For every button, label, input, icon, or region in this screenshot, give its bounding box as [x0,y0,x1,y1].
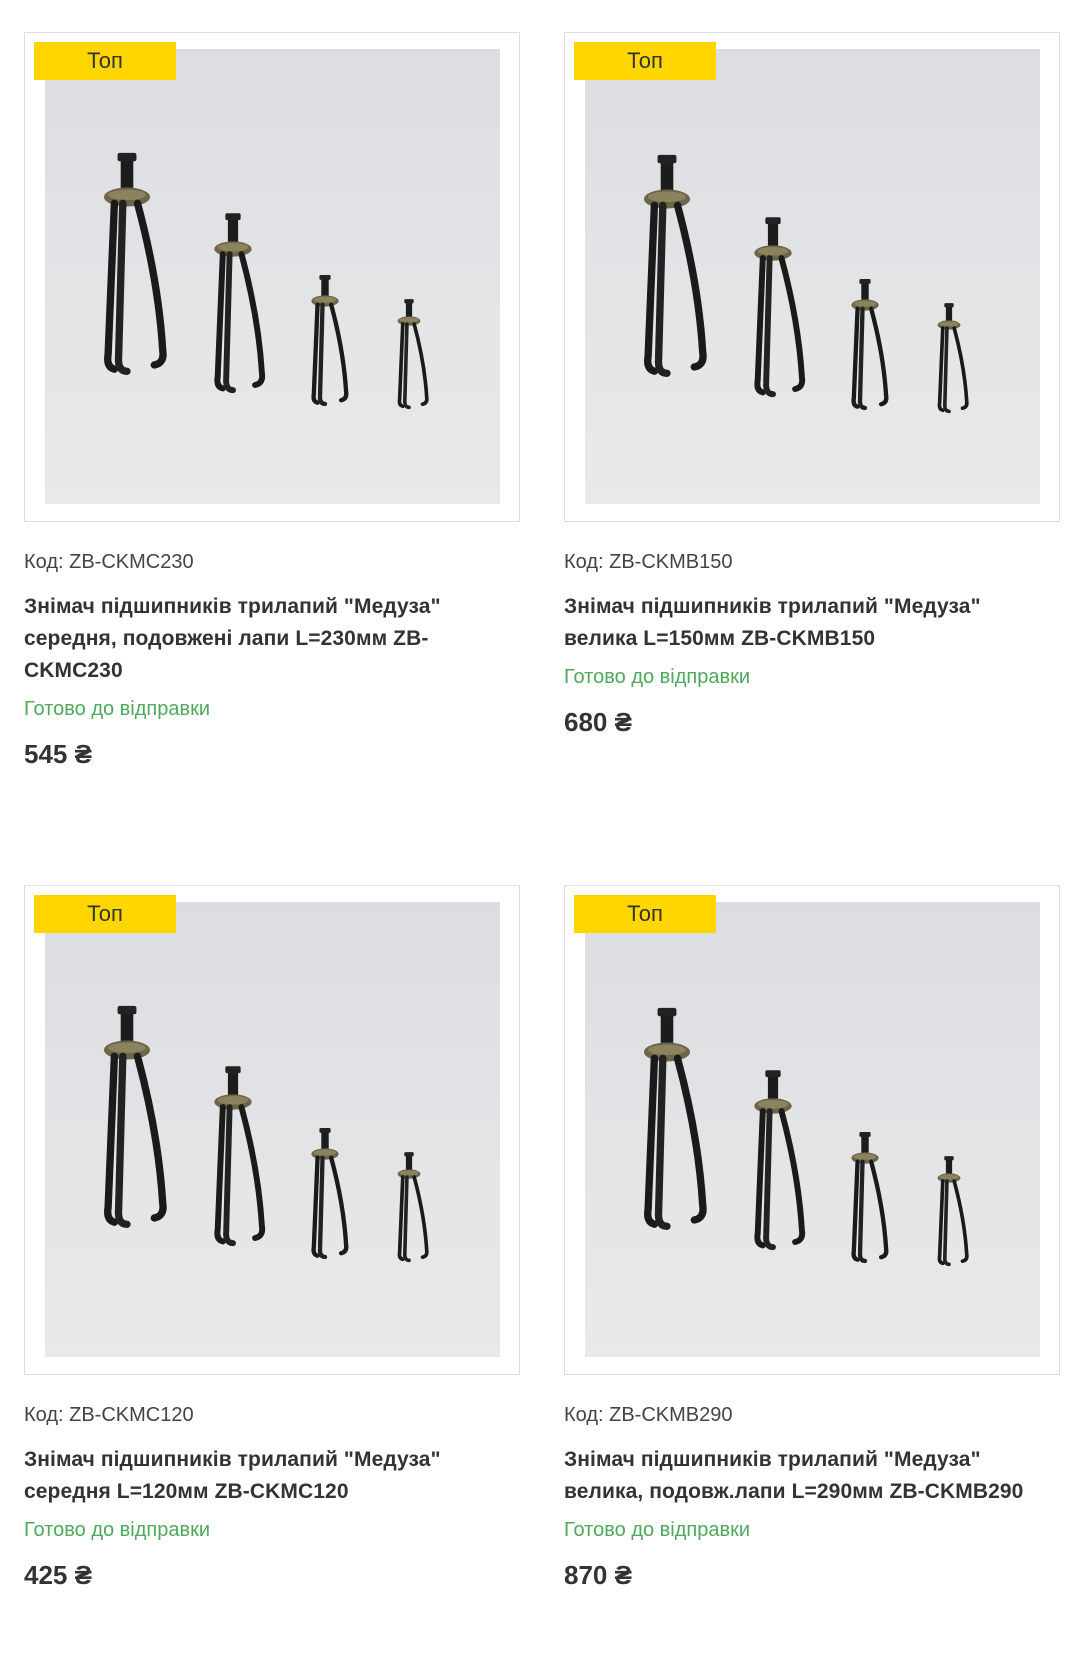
product-card[interactable]: Топ Код: ZB-CKMB150 Знімач підшипників т… [564,32,1060,739]
product-title-link[interactable]: Знімач підшипників трилапий "Медуза" вел… [564,1444,1034,1508]
top-badge: Топ [34,895,176,933]
product-code: Код: ZB-CKMC230 [24,551,194,573]
bearing-puller-set-photo-icon [585,49,1040,504]
product-title-link[interactable]: Знімач підшипників трилапий "Медуза" вел… [564,591,1034,655]
bearing-puller-set-photo-icon [45,902,500,1357]
product-card[interactable]: Топ Код: ZB-CKMB290 Знімач підшипників т… [564,885,1060,1592]
product-card[interactable]: Топ Код: ZB-CKMC120 Знімач підшипників т… [24,885,520,1592]
availability-status: Готово до відправки [24,1519,211,1541]
product-code: Код: ZB-CKMB150 [564,551,733,573]
product-image-frame[interactable]: Топ [564,32,1060,522]
product-code: Код: ZB-CKMC120 [24,1404,194,1426]
bearing-puller-set-photo-icon [585,902,1040,1357]
top-badge: Топ [34,42,176,80]
product-code: Код: ZB-CKMB290 [564,1404,733,1426]
availability-status: Готово до відправки [564,1519,751,1541]
product-title-link[interactable]: Знімач підшипників трилапий "Медуза" сер… [24,1444,494,1508]
product-price: 425 ₴ [24,1560,92,1590]
product-card[interactable]: Топ Код: ZB-CKMC230 Знімач підшипників т… [24,32,520,771]
top-badge: Топ [574,895,716,933]
product-grid: Топ Код: ZB-CKMC230 Знімач підшипників т… [0,0,1080,1669]
product-image-frame[interactable]: Топ [24,885,520,1375]
product-image-frame[interactable]: Топ [24,32,520,522]
product-price: 545 ₴ [24,739,92,769]
bearing-puller-set-photo-icon [45,49,500,504]
availability-status: Готово до відправки [564,666,751,688]
product-price: 870 ₴ [564,1560,632,1590]
top-badge: Топ [574,42,716,80]
product-price: 680 ₴ [564,707,632,737]
product-image-frame[interactable]: Топ [564,885,1060,1375]
availability-status: Готово до відправки [24,698,211,720]
product-title-link[interactable]: Знімач підшипників трилапий "Медуза" сер… [24,591,494,687]
